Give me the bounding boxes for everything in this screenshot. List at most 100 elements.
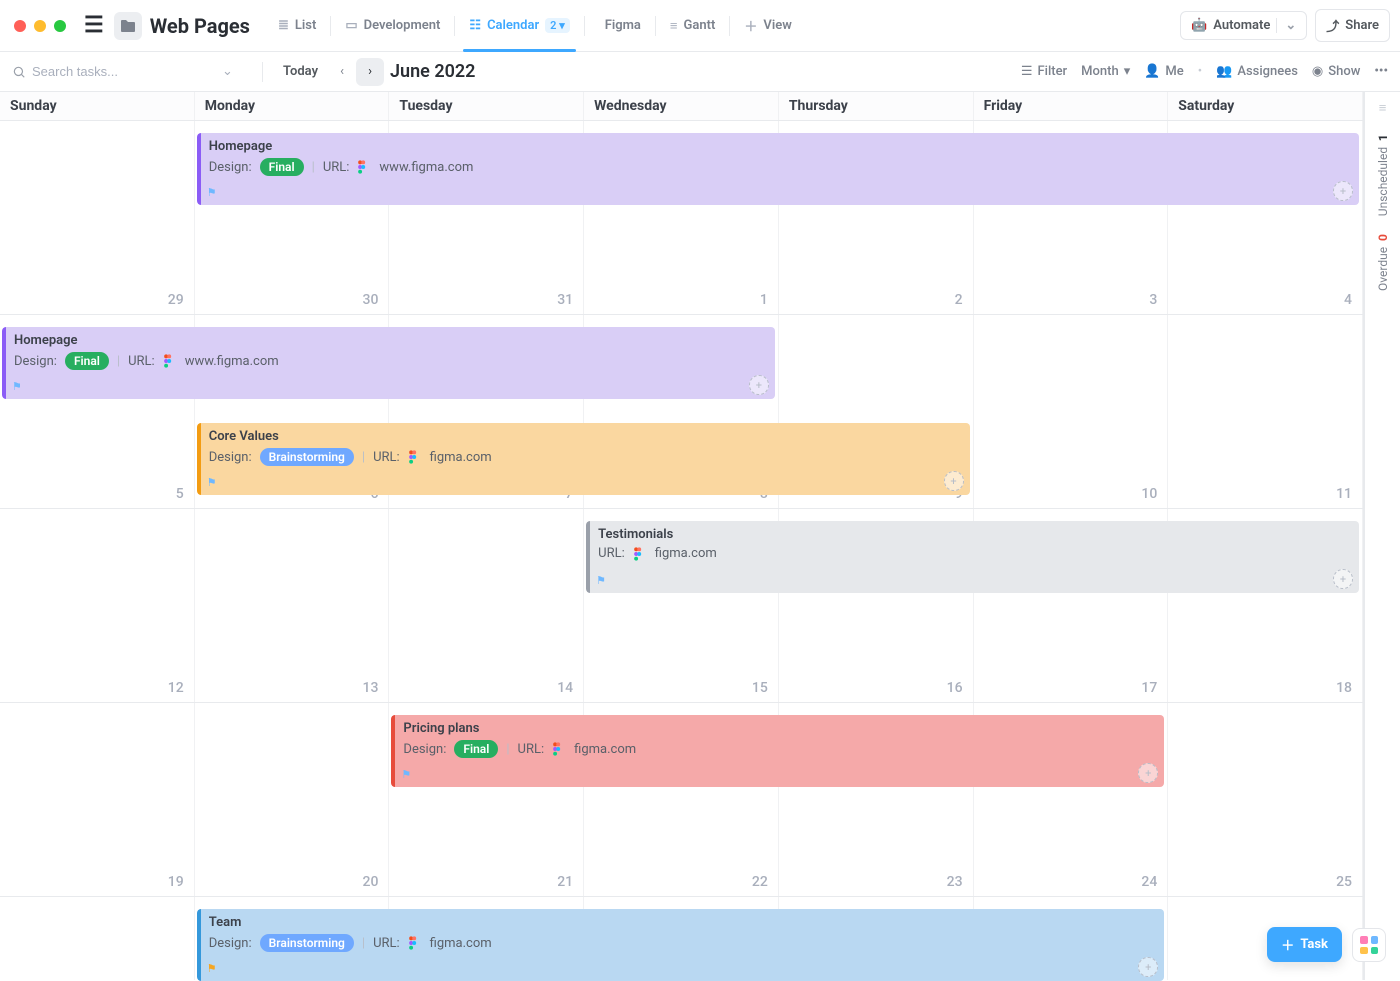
day-number: 17 xyxy=(1141,680,1157,696)
day-header: Tuesday xyxy=(389,92,584,120)
assign-button[interactable]: + xyxy=(1138,957,1158,977)
day-cell[interactable]: 14 xyxy=(389,509,584,702)
event-url: figma.com xyxy=(430,936,492,951)
design-status-pill: Final xyxy=(65,352,109,370)
day-number: 16 xyxy=(947,680,963,696)
unscheduled-panel[interactable]: Unscheduled 1 xyxy=(1376,134,1390,216)
event-url: figma.com xyxy=(655,546,717,561)
page-title: Web Pages xyxy=(148,14,264,38)
calendar-event[interactable]: TestimonialsURL: figma.com⚑+ xyxy=(586,521,1359,593)
day-number: 19 xyxy=(168,874,184,890)
eye-icon: ◉ xyxy=(1312,64,1323,79)
day-cell[interactable]: 19 xyxy=(0,703,195,896)
assign-button[interactable]: + xyxy=(1333,181,1353,201)
me-filter[interactable]: 👤Me xyxy=(1144,64,1184,79)
day-header: Sunday xyxy=(0,92,195,120)
filter-button[interactable]: ☰Filter xyxy=(1021,64,1067,79)
tab-development[interactable]: ▭Development xyxy=(331,0,454,51)
url-label: URL: xyxy=(128,354,155,369)
month-label: June 2022 xyxy=(384,61,475,82)
event-url: www.figma.com xyxy=(379,160,473,175)
figma-icon xyxy=(408,450,422,464)
new-task-button[interactable]: ＋ Task xyxy=(1267,927,1342,962)
more-menu[interactable]: ••• xyxy=(1374,64,1388,79)
people-icon: 👥 xyxy=(1216,64,1232,79)
calendar-event[interactable]: HomepageDesign: Final | URL: www.figma.c… xyxy=(197,133,1359,205)
event-title: Team xyxy=(209,915,1155,930)
design-status-pill: Final xyxy=(260,158,304,176)
design-label: Design: xyxy=(209,160,252,175)
automate-label: Automate xyxy=(1213,18,1270,33)
apps-button[interactable] xyxy=(1352,928,1386,962)
assign-button[interactable]: + xyxy=(1138,763,1158,783)
person-icon: 👤 xyxy=(1144,64,1160,79)
maximize-window-icon[interactable] xyxy=(54,20,66,32)
calendar-event[interactable]: TeamDesign: Brainstorming | URL: figma.c… xyxy=(197,909,1165,981)
rail-drag-icon[interactable]: ≡ xyxy=(1379,100,1387,116)
folder-icon[interactable] xyxy=(114,12,142,40)
chevron-down-icon: ▾ xyxy=(1124,64,1131,79)
board-icon: ▭ xyxy=(345,18,357,33)
chevron-down-icon[interactable]: ⌄ xyxy=(1276,18,1296,33)
design-status-pill: Brainstorming xyxy=(260,448,354,466)
day-number: 2 xyxy=(955,292,963,308)
share-button[interactable]: ⤴ Share xyxy=(1315,9,1390,42)
event-title: Homepage xyxy=(14,333,765,348)
day-number: 14 xyxy=(557,680,573,696)
flag-icon: ⚑ xyxy=(596,574,606,587)
today-button[interactable]: Today xyxy=(273,60,328,83)
day-cell[interactable]: 20 xyxy=(195,703,390,896)
figma-icon xyxy=(633,547,647,561)
more-icon: ••• xyxy=(1374,64,1388,79)
day-number: 4 xyxy=(1344,292,1352,308)
search-icon xyxy=(12,65,26,79)
show-button[interactable]: ◉Show xyxy=(1312,64,1360,79)
day-cell[interactable]: 11 xyxy=(1168,315,1363,508)
day-number: 13 xyxy=(363,680,379,696)
design-label: Design: xyxy=(403,742,446,757)
figma-icon xyxy=(357,160,371,174)
calendar-event[interactable]: HomepageDesign: Final | URL: www.figma.c… xyxy=(2,327,775,399)
overdue-panel[interactable]: Overdue 0 xyxy=(1376,234,1390,291)
assign-button[interactable]: + xyxy=(1333,569,1353,589)
menu-icon[interactable]: ☰ xyxy=(74,13,114,38)
calendar-event[interactable]: Pricing plansDesign: Final | URL: figma.… xyxy=(391,715,1164,787)
day-cell[interactable]: 12 xyxy=(0,509,195,702)
day-header: Thursday xyxy=(779,92,974,120)
figma-icon xyxy=(552,742,566,756)
tab-calendar[interactable]: ☷Calendar2 ▾ xyxy=(455,0,583,51)
minimize-window-icon[interactable] xyxy=(34,20,46,32)
calendar-event[interactable]: Core ValuesDesign: Brainstorming | URL: … xyxy=(197,423,970,495)
automate-button[interactable]: 🤖 Automate ⌄ xyxy=(1180,11,1307,40)
day-cell[interactable]: 25 xyxy=(1168,703,1363,896)
day-number: 11 xyxy=(1336,486,1352,502)
day-number: 31 xyxy=(557,292,573,308)
tab-list[interactable]: ≣List xyxy=(264,0,330,51)
search-input[interactable] xyxy=(32,64,212,79)
gantt-icon: ≡ xyxy=(670,18,678,34)
close-window-icon[interactable] xyxy=(14,20,26,32)
design-status-pill: Brainstorming xyxy=(260,934,354,952)
assign-button[interactable]: + xyxy=(749,375,769,395)
tab-gantt[interactable]: ≡Gantt xyxy=(656,0,729,51)
event-title: Core Values xyxy=(209,429,960,444)
figma-icon xyxy=(163,354,177,368)
assignees-filter[interactable]: 👥Assignees xyxy=(1216,64,1298,79)
flag-icon: ⚑ xyxy=(207,476,217,489)
url-label: URL: xyxy=(323,160,350,175)
day-cell[interactable]: 10 xyxy=(974,315,1169,508)
tab-view[interactable]: ＋View xyxy=(730,0,805,51)
tab-figma[interactable]: Figma xyxy=(585,0,655,51)
design-label: Design: xyxy=(14,354,57,369)
search-chevron-down-icon[interactable]: ⌄ xyxy=(218,60,237,83)
filter-icon: ☰ xyxy=(1021,64,1033,79)
next-month-button[interactable]: › xyxy=(356,58,384,86)
range-select[interactable]: Month ▾ xyxy=(1081,64,1130,79)
assign-button[interactable]: + xyxy=(944,471,964,491)
share-icon: ⤴ xyxy=(1326,16,1339,35)
day-cell[interactable]: 13 xyxy=(195,509,390,702)
flag-icon: ⚑ xyxy=(12,380,22,393)
prev-month-button[interactable]: ‹ xyxy=(328,58,356,86)
overdue-count: 0 xyxy=(1376,234,1390,241)
day-cell[interactable]: 29 xyxy=(0,121,195,314)
